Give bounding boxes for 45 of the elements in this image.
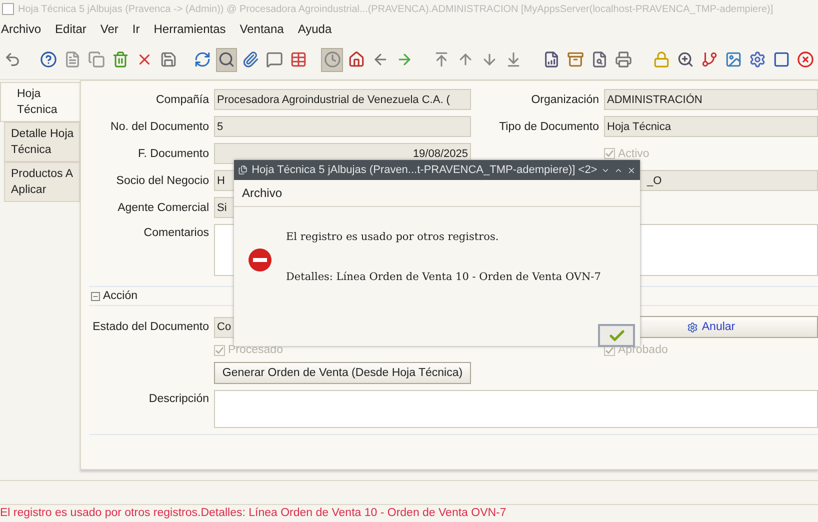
checkbox[interactable] bbox=[214, 344, 225, 356]
menu-item[interactable]: Archivo bbox=[1, 22, 42, 36]
checkbox-label: Aprobado bbox=[618, 344, 668, 356]
checkbox-label: Activo bbox=[618, 148, 650, 160]
window-icon bbox=[2, 3, 14, 15]
menu-item[interactable]: Editar bbox=[55, 22, 86, 36]
field-label: F. Documento bbox=[137, 148, 210, 160]
generate-button[interactable]: Generar Orden de Venta (Desde Hoja Técnica) bbox=[214, 362, 471, 384]
field-label: Comentarios bbox=[142, 226, 210, 239]
menu-item[interactable]: Ver bbox=[100, 22, 118, 36]
menu-item[interactable]: Ventana bbox=[240, 22, 284, 36]
field-label: Estado del Documento bbox=[92, 321, 210, 333]
checkmark-icon bbox=[605, 149, 614, 158]
error-icon bbox=[248, 248, 272, 272]
tab[interactable]: Hoja Técnica bbox=[0, 82, 80, 122]
window-icon bbox=[238, 163, 248, 177]
menu-item[interactable]: Archivo bbox=[242, 186, 282, 200]
menu-item[interactable]: Ayuda bbox=[298, 22, 332, 36]
field-label: No. del Documento bbox=[110, 120, 210, 132]
checkbox-label: Procesado bbox=[228, 344, 283, 356]
input-field[interactable]: ADMINISTRACIÓN bbox=[604, 89, 818, 110]
tab[interactable]: Productos A Aplicar bbox=[4, 162, 80, 202]
checkbox[interactable] bbox=[604, 148, 615, 159]
gear-icon bbox=[686, 322, 698, 332]
error-details: Detalles: Línea Orden de Venta 10 - Orden de Venta OVN-7 bbox=[286, 271, 602, 283]
error-message: El registro es usado por otros registros. bbox=[286, 231, 500, 243]
tab[interactable]: Detalle Hoja Técnica bbox=[4, 122, 80, 162]
field-label: Compañía bbox=[154, 94, 210, 106]
field-label: Descripción bbox=[148, 392, 210, 405]
field-label: Tipo de Documento bbox=[498, 120, 600, 132]
status-message: El registro es usado por otros registros.Detalles: Línea Orden de Venta 10 - Orden de Venta OVN-7 bbox=[0, 504, 818, 522]
clock-icon[interactable] bbox=[321, 48, 344, 72]
checkmark-icon bbox=[215, 346, 224, 354]
field-label: Organización bbox=[530, 94, 600, 106]
collapse-icon[interactable] bbox=[91, 292, 100, 300]
dialog-title: Hoja Técnica 5 jAlbujas (Praven...t-PRAVENCA_TMP-adempiere)] <2> bbox=[252, 164, 598, 176]
field-label: Socio del Negocio bbox=[115, 174, 210, 186]
input-field[interactable]: Hoja Técnica bbox=[604, 116, 818, 137]
menu-item[interactable]: Ir bbox=[132, 22, 140, 36]
search-icon[interactable] bbox=[216, 48, 238, 72]
menu-item[interactable]: Herramientas bbox=[154, 22, 226, 36]
field-label: Agente Comercial bbox=[116, 202, 210, 214]
input-field[interactable]: Procesadora Agroindustrial de Venezuela C.A. ( bbox=[214, 89, 471, 110]
input-field[interactable]: 5 bbox=[214, 116, 471, 137]
window-title: Hoja Técnica 5 jAlbujas (Pravenca -> (Admin)) @ Procesadora Agroindustrial...(PRAVENCA).ADMINISTRACION [MyAppsServer(localhost-PRAVENCA_TMP-adempiere)] bbox=[18, 4, 774, 14]
